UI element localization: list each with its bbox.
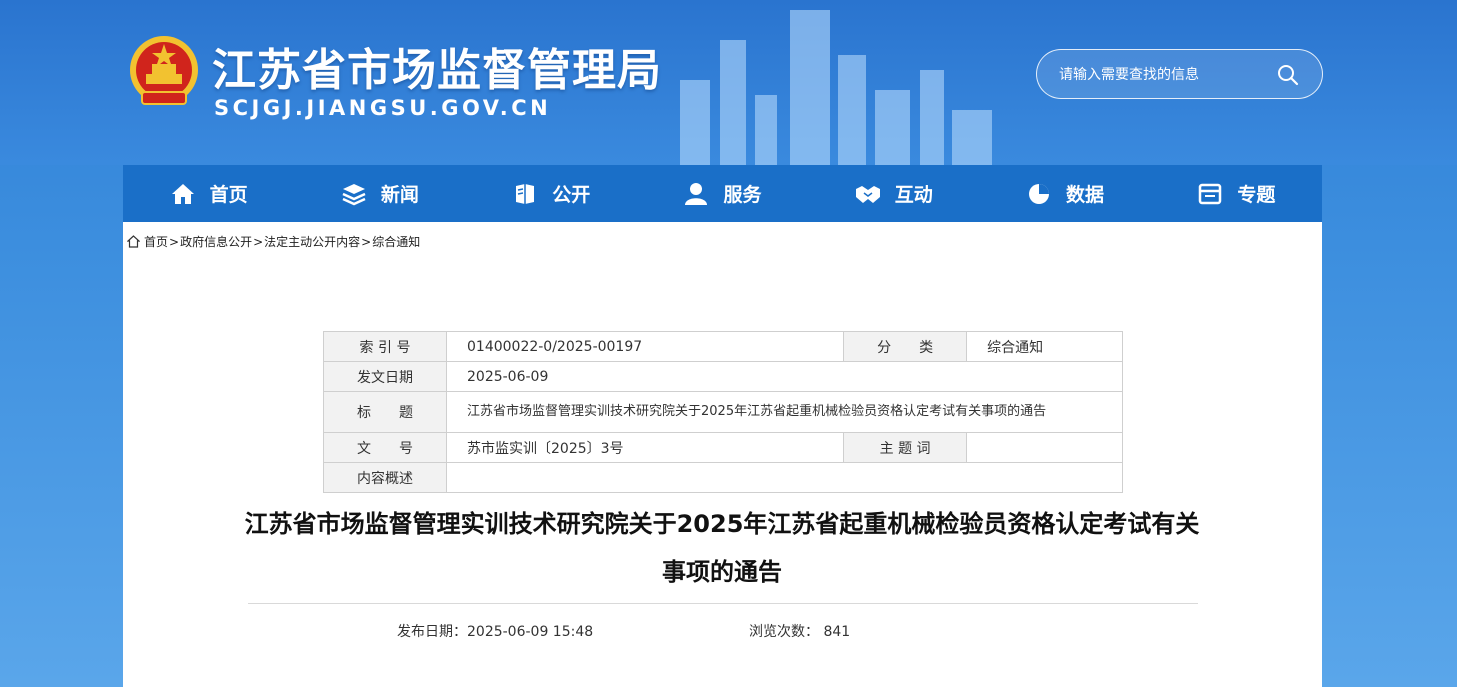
header-banner: 江苏省市场监督管理局 SCJGJ.JIANGSU.GOV.CN xyxy=(0,0,1457,165)
home-icon xyxy=(127,235,140,248)
index-label: 索 引 号 xyxy=(323,331,447,362)
main-nav: 首页 新闻 公开 服务 互动 数据 专题 xyxy=(123,165,1322,222)
breadcrumb-link-notices[interactable]: 综合通知 xyxy=(372,233,420,250)
keyword-value xyxy=(966,432,1123,463)
nav-item-service[interactable]: 服务 xyxy=(637,165,808,222)
summary-label: 内容概述 xyxy=(323,462,447,493)
breadcrumb-link-gov-info[interactable]: 政府信息公开 xyxy=(180,233,252,250)
view-count: 浏览次数： 841 xyxy=(749,621,850,641)
breadcrumb-separator: > xyxy=(253,234,264,249)
docno-value: 苏市监实训〔2025〕3号 xyxy=(445,432,845,463)
nav-item-news[interactable]: 新闻 xyxy=(294,165,465,222)
document-metadata-table: 索 引 号 01400022-0/2025-00197 分 类 综合通知 发文日… xyxy=(323,331,1123,493)
nav-item-label: 首页 xyxy=(209,184,248,206)
breadcrumb-separator: > xyxy=(361,234,372,249)
summary-value xyxy=(446,462,1123,493)
pie-chart-icon xyxy=(1029,183,1050,204)
docno-label: 文 号 xyxy=(323,432,447,463)
nav-item-label: 数据 xyxy=(1066,184,1105,206)
nav-item-label: 服务 xyxy=(723,184,762,206)
title-divider xyxy=(248,603,1198,604)
view-count-label: 浏览次数： xyxy=(749,624,819,640)
layers-icon xyxy=(342,183,366,205)
book-icon xyxy=(516,183,535,204)
title-label: 标 题 xyxy=(323,391,447,433)
nav-item-interaction[interactable]: 互动 xyxy=(808,165,979,222)
breadcrumb-link-statutory[interactable]: 法定主动公开内容 xyxy=(264,233,360,250)
nav-item-label: 互动 xyxy=(894,184,933,206)
view-count-value: 841 xyxy=(823,624,851,640)
nav-item-label: 专题 xyxy=(1237,184,1276,206)
date-value: 2025-06-09 xyxy=(446,361,1123,392)
nav-item-label: 新闻 xyxy=(380,184,419,206)
nav-item-topics[interactable]: 专题 xyxy=(1151,165,1322,222)
user-icon xyxy=(685,182,708,205)
nav-item-data[interactable]: 数据 xyxy=(979,165,1150,222)
cityscape-graphic xyxy=(680,10,992,165)
content-panel: 首页 > 政府信息公开 > 法定主动公开内容 > 综合通知 索 引 号 0140… xyxy=(123,222,1322,687)
article-title: 江苏省市场监督管理实训技术研究院关于2025年江苏省起重机械检验员资格认定考试有… xyxy=(244,510,1200,586)
home-icon xyxy=(171,183,194,204)
breadcrumb: 首页 > 政府信息公开 > 法定主动公开内容 > 综合通知 xyxy=(127,233,420,250)
publish-date: 发布日期：2025-06-09 15:48 xyxy=(397,624,594,640)
nav-item-label: 公开 xyxy=(552,184,591,206)
nav-item-open[interactable]: 公开 xyxy=(466,165,637,222)
search-icon[interactable] xyxy=(1275,62,1301,88)
category-label: 分 类 xyxy=(843,331,968,362)
site-title: 江苏省市场监督管理局 xyxy=(212,45,662,96)
search-input[interactable] xyxy=(1059,62,1269,88)
breadcrumb-separator: > xyxy=(169,234,180,249)
handshake-icon xyxy=(855,185,880,203)
site-domain: SCJGJ.JIANGSU.GOV.CN xyxy=(214,96,552,120)
index-value: 01400022-0/2025-00197 xyxy=(445,331,845,362)
keyword-label: 主 题 词 xyxy=(843,432,968,463)
nav-item-home[interactable]: 首页 xyxy=(123,165,294,222)
date-label: 发文日期 xyxy=(323,361,447,392)
title-value: 江苏省市场监督管理实训技术研究院关于2025年江苏省起重机械检验员资格认定考试有… xyxy=(446,391,1123,433)
category-value: 综合通知 xyxy=(966,331,1123,362)
national-emblem-logo xyxy=(130,36,198,105)
search-box xyxy=(1036,49,1323,99)
window-icon xyxy=(1199,183,1222,204)
breadcrumb-link-home[interactable]: 首页 xyxy=(144,233,168,250)
